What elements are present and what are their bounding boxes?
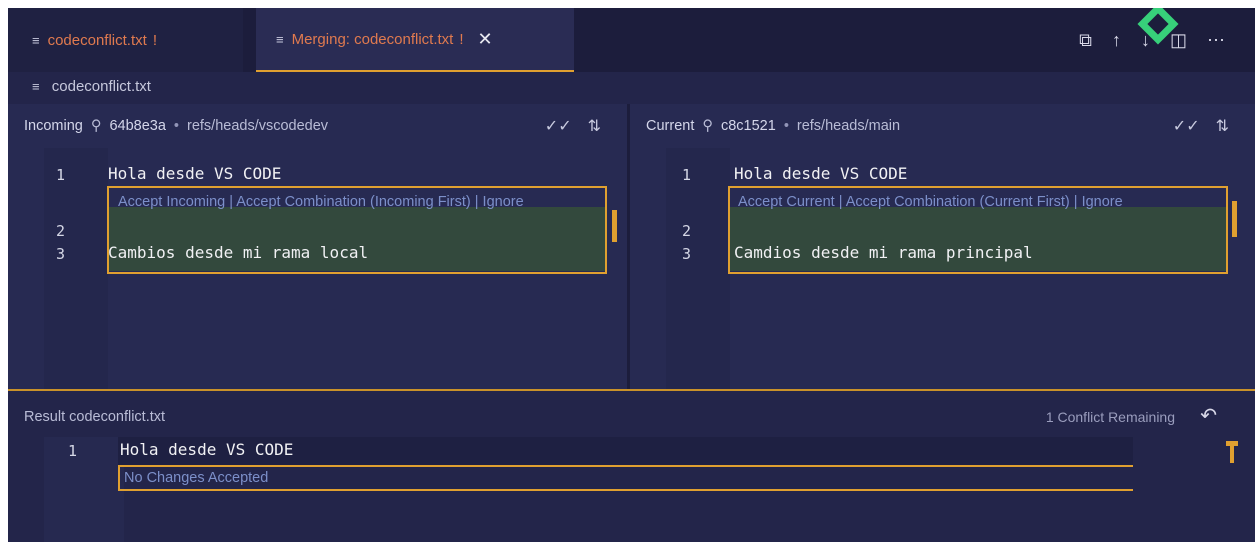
current-codelens[interactable]: Accept Current | Accept Combination (Cur…	[738, 194, 1224, 210]
accept-all-icon[interactable]: ✓✓	[545, 116, 572, 136]
incoming-ref: refs/heads/vscodedev	[187, 118, 329, 134]
more-icon[interactable]: ⋯	[1207, 30, 1225, 51]
conflicts-remaining[interactable]: 1 Conflict Remaining	[1046, 409, 1175, 425]
arrow-up-icon[interactable]: ↑	[1112, 30, 1121, 51]
separator-dot: •	[783, 118, 789, 134]
undo-icon[interactable]: ↶	[1200, 403, 1217, 428]
incoming-label: Incoming	[24, 118, 83, 134]
pane-divider[interactable]	[627, 104, 630, 389]
result-pane: Result codeconflict.txt 1 Conflict Remai…	[8, 391, 1255, 542]
modified-indicator: !	[459, 30, 464, 48]
code-line: Cambios desde mi rama local	[108, 243, 369, 262]
current-commit[interactable]: c8c1521	[721, 118, 776, 134]
line-number: 2	[56, 222, 66, 240]
line-number: 1	[68, 442, 78, 460]
result-file: codeconflict.txt	[69, 409, 166, 425]
incoming-pane: Incoming ⚲ 64b8e3a • refs/heads/vscodede…	[8, 104, 627, 389]
modified-indicator: !	[152, 31, 157, 49]
result-codelens[interactable]: No Changes Accepted	[124, 470, 268, 486]
code-line: Camdios desde mi rama principal	[734, 243, 1033, 262]
logo-icon	[1137, 8, 1179, 45]
tab-bar: ≡ codeconflict.txt ! ≡ Merging: codeconf…	[8, 8, 1255, 72]
file-icon: ≡	[32, 79, 40, 94]
file-icon: ≡	[276, 31, 284, 47]
tab-label: Merging: codeconflict.txt	[291, 30, 454, 48]
incoming-codelens[interactable]: Accept Incoming | Accept Combination (In…	[118, 194, 602, 210]
accept-all-icon[interactable]: ✓✓	[1173, 116, 1200, 136]
line-number: 2	[682, 222, 692, 240]
current-ref: refs/heads/main	[796, 118, 901, 134]
result-scroll-marker	[1230, 441, 1234, 463]
file-icon: ≡	[32, 32, 40, 48]
result-header: Result codeconflict.txt	[24, 409, 165, 425]
tab-codeconflict[interactable]: ≡ codeconflict.txt !	[8, 8, 243, 72]
current-pane: Current ⚲ c8c1521 • refs/heads/main ✓✓ ⇅…	[630, 104, 1255, 389]
incoming-scroll-marker	[612, 210, 617, 242]
code-line: Hola desde VS CODE	[120, 440, 294, 459]
compare-icon[interactable]: ⇅	[1216, 116, 1229, 136]
line-number: 1	[56, 166, 66, 184]
code-line: Hola desde VS CODE	[108, 164, 282, 183]
tab-label: codeconflict.txt	[47, 31, 147, 49]
result-label: Result	[24, 409, 66, 425]
code-line: Hola desde VS CODE	[734, 164, 908, 183]
incoming-actions: ✓✓ ⇅	[545, 116, 601, 136]
result-gutter	[44, 437, 124, 542]
incoming-commit[interactable]: 64b8e3a	[109, 118, 165, 134]
incoming-header: Incoming ⚲ 64b8e3a • refs/heads/vscodede…	[8, 104, 627, 148]
current-scroll-marker	[1232, 201, 1237, 237]
current-label: Current	[646, 118, 695, 134]
current-gutter	[666, 148, 730, 389]
commit-icon: ⚲	[702, 118, 713, 134]
breadcrumb-label: codeconflict.txt	[51, 78, 151, 95]
current-actions: ✓✓ ⇅	[1173, 116, 1229, 136]
close-icon[interactable]: ✕	[478, 29, 493, 50]
line-number: 3	[56, 245, 66, 263]
line-number: 3	[682, 245, 692, 263]
separator-dot: •	[173, 118, 179, 134]
tab-merging[interactable]: ≡ Merging: codeconflict.txt ! ✕	[256, 8, 574, 72]
result-conflict-box	[118, 465, 1133, 491]
breadcrumb[interactable]: ≡ codeconflict.txt	[32, 78, 151, 95]
open-file-icon[interactable]: ⧉	[1079, 30, 1092, 51]
commit-icon: ⚲	[90, 118, 102, 134]
incoming-gutter	[44, 148, 108, 389]
current-header: Current ⚲ c8c1521 • refs/heads/main ✓✓ ⇅	[630, 104, 1255, 148]
compare-icon[interactable]: ⇅	[588, 116, 601, 136]
line-number: 1	[682, 166, 692, 184]
merge-editor-window: ≡ codeconflict.txt ! ≡ Merging: codeconf…	[8, 8, 1255, 542]
